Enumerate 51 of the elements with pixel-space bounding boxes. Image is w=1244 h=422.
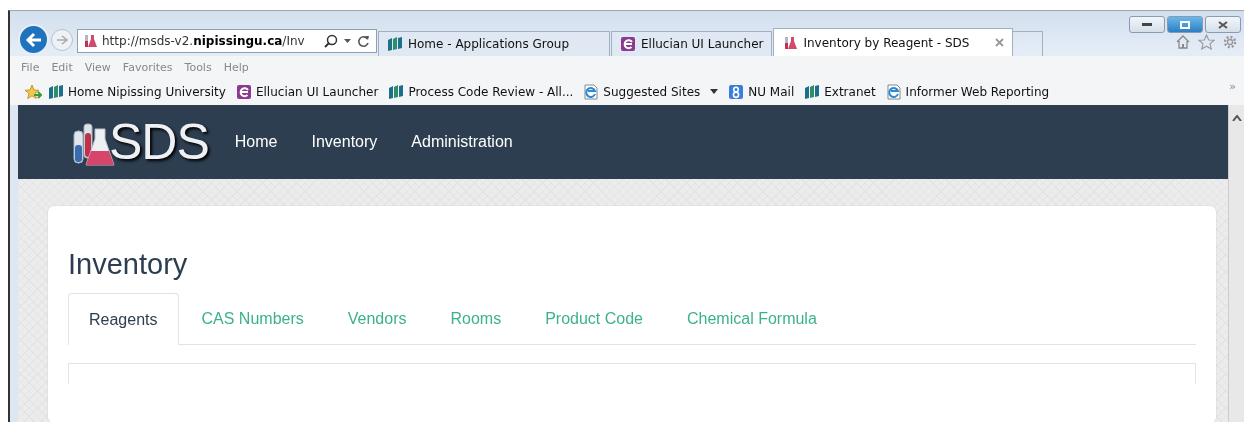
- favorite-link[interactable]: Informer Web Reporting: [885, 83, 1050, 100]
- logo-icon: [387, 36, 403, 52]
- browser-tab[interactable]: Home - Applications Group: [378, 31, 610, 56]
- tab-title: Inventory by Reagent - SDS: [803, 35, 971, 50]
- scrollbar[interactable]: [1228, 105, 1244, 422]
- page-icon: [885, 83, 902, 100]
- favorite-link[interactable]: Extranet: [804, 83, 876, 100]
- nav-link[interactable]: Administration: [411, 133, 513, 151]
- scroll-up-icon: [1231, 115, 1242, 121]
- url-text: http://msds-v2.nipissingu.ca/Inv: [102, 34, 306, 48]
- app-icon: [235, 83, 252, 100]
- star-icon: [1198, 34, 1215, 50]
- brand-name[interactable]: SDS: [109, 117, 209, 167]
- favorite-link[interactable]: NU Mail: [728, 83, 795, 100]
- browser-tab[interactable]: Ellucian UI Launcher: [611, 31, 773, 56]
- close-button[interactable]: [1205, 16, 1241, 33]
- caret-icon: [344, 39, 351, 43]
- tab-title: Ellucian UI Launcher: [641, 37, 764, 51]
- minimize-icon: [1142, 22, 1152, 27]
- refresh-icon: [357, 34, 370, 48]
- logo-icon: [48, 83, 64, 100]
- flask-icon: [782, 34, 799, 51]
- favorites-star-icon: [24, 83, 42, 100]
- flask-icon: [82, 33, 98, 49]
- app-icon: [620, 36, 636, 52]
- favorite-link[interactable]: Home Nipissing University: [48, 83, 226, 100]
- app-icon: [728, 83, 745, 100]
- favorite-link[interactable]: Process Code Review - All...: [388, 83, 574, 100]
- address-field[interactable]: http://msds-v2.nipissingu.ca/Inv: [77, 29, 377, 53]
- home-icon: [1175, 34, 1191, 50]
- tab-title: Home - Applications Group: [408, 37, 571, 51]
- page-tab[interactable]: Reagents: [68, 293, 179, 345]
- maximize-button[interactable]: [1167, 16, 1203, 33]
- nav-link[interactable]: Home: [234, 133, 278, 151]
- back-arrow-icon: [24, 31, 43, 48]
- minimize-button[interactable]: [1129, 16, 1165, 33]
- logo-icon: [388, 83, 405, 100]
- forward-arrow-icon: [56, 35, 68, 45]
- overflow-chevron[interactable]: »: [1229, 80, 1236, 93]
- search-icon: [324, 34, 338, 48]
- page-heading: Inventory: [68, 248, 189, 281]
- page-icon: [583, 83, 600, 100]
- nav-link[interactable]: Inventory: [311, 133, 378, 151]
- favorite-link[interactable]: Ellucian UI Launcher: [235, 83, 379, 100]
- maximize-icon: [1180, 20, 1190, 29]
- back-button[interactable]: [18, 24, 49, 55]
- settings-icon: [1222, 34, 1238, 50]
- logo-icon: [804, 83, 821, 100]
- browser-tab[interactable]: Inventory by Reagent - SDS: [773, 28, 1014, 56]
- close-icon: [1218, 20, 1228, 29]
- favorite-link[interactable]: Suggested Sites: [583, 83, 719, 100]
